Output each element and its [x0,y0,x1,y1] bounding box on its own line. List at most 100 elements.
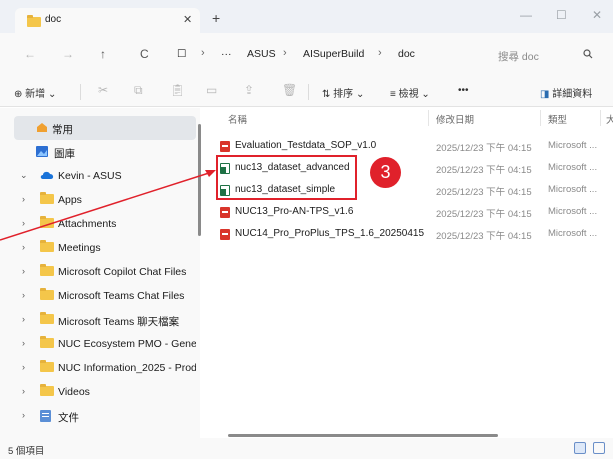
breadcrumb-more[interactable]: ··· [221,48,232,60]
sidebar-item-label: NUC Information_2025 - Product [58,362,196,374]
new-tab-button[interactable]: + [212,10,220,26]
home-icon [36,122,48,136]
tiles-view-icon[interactable] [593,442,605,454]
sidebar-item-copilot-chat-files[interactable]: › Microsoft Copilot Chat Files [0,260,200,284]
breadcrumb-separator: › [201,47,205,59]
chevron-right-icon: › [22,266,25,276]
sidebar-item-onedrive[interactable]: ⌄ Kevin - ASUS [0,164,200,188]
shared-folder-icon [40,336,54,348]
sidebar-item-label: Meetings [58,242,101,254]
file-row[interactable]: Evaluation_Testdata_SOP_v1.0 2025/12/23 … [202,135,613,157]
refresh-button[interactable]: C [140,47,149,61]
column-header-type[interactable]: 類型 [548,112,567,126]
back-button[interactable]: ← [24,47,36,61]
file-date: 2025/12/23 下午 04:15 [436,165,532,176]
sidebar-item-attachments[interactable]: › Attachments [0,212,200,236]
folder-icon [40,240,54,252]
chevron-right-icon: › [22,410,25,420]
chevron-right-icon: › [22,290,25,300]
breadcrumb-separator: › [378,47,382,59]
rename-icon[interactable]: ▭ [206,83,217,97]
column-divider [428,110,429,126]
folder-icon [40,264,54,276]
column-header-name[interactable]: 名稱 [228,112,247,126]
step-badge: 3 [370,157,401,188]
tab-doc[interactable]: doc ✕ [15,8,200,33]
chevron-right-icon: › [22,314,25,324]
toolbar-divider [308,84,309,100]
folder-icon [27,15,41,27]
pdf-file-icon [220,229,230,240]
pdf-file-icon [220,207,230,218]
sidebar-item-label: NUC Ecosystem PMO - General [58,338,196,350]
file-type: Microsoft ... [548,184,598,195]
tab-title: doc [45,14,62,25]
file-name: Evaluation_Testdata_SOP_v1.0 [235,140,377,151]
forward-button[interactable]: → [62,47,74,61]
sidebar-item-teams-chat-files-zh[interactable]: › Microsoft Teams 聊天檔案 [0,308,200,332]
sidebar-item-documents[interactable]: › 文件 [0,404,200,428]
file-row[interactable]: NUC13_Pro-AN-TPS_v1.6 2025/12/23 下午 04:1… [202,201,613,223]
command-bar: ⊕ 新增 ⌄ ✂ ⧉ 📋︎ ▭ ⇪ 🗑︎ ⇅ 排序 ⌄ ≡ 檢視 ⌄ ••• ◨… [0,77,613,107]
new-button[interactable]: ⊕ 新增 ⌄ [14,85,56,100]
toolbar-divider [80,84,81,100]
sidebar-item-nuc-ecosystem[interactable]: › NUC Ecosystem PMO - General [0,332,200,356]
sidebar-item-label: Attachments [58,218,117,230]
sidebar-item-apps[interactable]: › Apps [0,188,200,212]
sidebar-item-home[interactable]: 常用 [14,116,196,140]
minimize-button[interactable]: — [520,8,532,22]
view-button[interactable]: ≡ 檢視 ⌄ [390,85,430,100]
copy-icon[interactable]: ⧉ [134,83,143,98]
more-options-button[interactable]: ••• [458,85,469,96]
view-label: 檢視 [398,89,419,100]
delete-icon[interactable]: 🗑︎ [282,83,297,97]
sort-button[interactable]: ⇅ 排序 ⌄ [322,85,364,100]
sidebar-item-nuc-information[interactable]: › NUC Information_2025 - Product [0,356,200,380]
item-count: 5 個項目 [8,446,45,457]
maximize-button[interactable]: ☐ [556,8,567,22]
file-date: 2025/12/23 下午 04:15 [436,209,532,220]
view-icon: ≡ [390,89,396,100]
chevron-right-icon: › [22,362,25,372]
column-header-date[interactable]: 修改日期 [436,112,474,126]
sidebar-scrollbar[interactable] [198,124,201,236]
breadcrumb-asus[interactable]: ASUS [247,48,276,60]
paste-icon[interactable]: 📋︎ [170,83,185,97]
chevron-right-icon: › [22,242,25,252]
file-type: Microsoft ... [548,140,598,151]
pdf-file-icon [220,141,230,152]
column-header-size[interactable]: 大 [606,112,613,126]
file-row[interactable]: NUC14_Pro_ProPlus_TPS_1.6_20250415 2025/… [202,223,613,245]
breadcrumb-doc[interactable]: doc [398,48,415,60]
sort-label: 排序 [333,89,354,100]
sidebar-item-gallery[interactable]: 圖庫 [0,140,200,164]
horizontal-scrollbar[interactable] [228,434,498,437]
sidebar-item-teams-chat-files[interactable]: › Microsoft Teams Chat Files [0,284,200,308]
details-view-icon[interactable] [574,442,586,454]
share-icon[interactable]: ⇪ [244,83,254,97]
sidebar-item-meetings[interactable]: › Meetings [0,236,200,260]
shared-folder-icon [40,360,54,372]
file-date: 2025/12/23 下午 04:15 [436,231,532,242]
folder-icon [40,312,54,324]
sidebar-item-label: Microsoft Copilot Chat Files [58,266,187,278]
up-button[interactable]: ↑ [100,47,106,61]
search-placeholder: 搜尋 doc [498,51,539,63]
documents-icon [40,410,51,425]
file-date: 2025/12/23 下午 04:15 [436,187,532,198]
file-type: Microsoft ... [548,206,598,217]
sidebar-item-videos[interactable]: › Videos [0,380,200,404]
monitor-icon: ☐ [177,48,187,60]
tab-close-icon[interactable]: ✕ [183,13,192,26]
plus-circle-icon: ⊕ [14,89,23,100]
search-input[interactable]: 搜尋 doc [478,43,603,67]
navigation-pane: 常用 圖庫 ⌄ Kevin - ASUS › Apps › Attachment… [0,108,200,438]
cut-icon[interactable]: ✂ [98,83,108,97]
folder-icon [40,192,54,204]
address-bar[interactable]: ☐ › ··· ASUS › AISuperBuild › doc [177,43,475,67]
search-icon [583,49,593,62]
close-window-button[interactable]: ✕ [592,8,602,22]
breadcrumb-aisuperbuild[interactable]: AISuperBuild [303,48,364,60]
new-label: 新增 [25,89,46,100]
details-button[interactable]: ◨ 詳細資料 [540,85,592,100]
